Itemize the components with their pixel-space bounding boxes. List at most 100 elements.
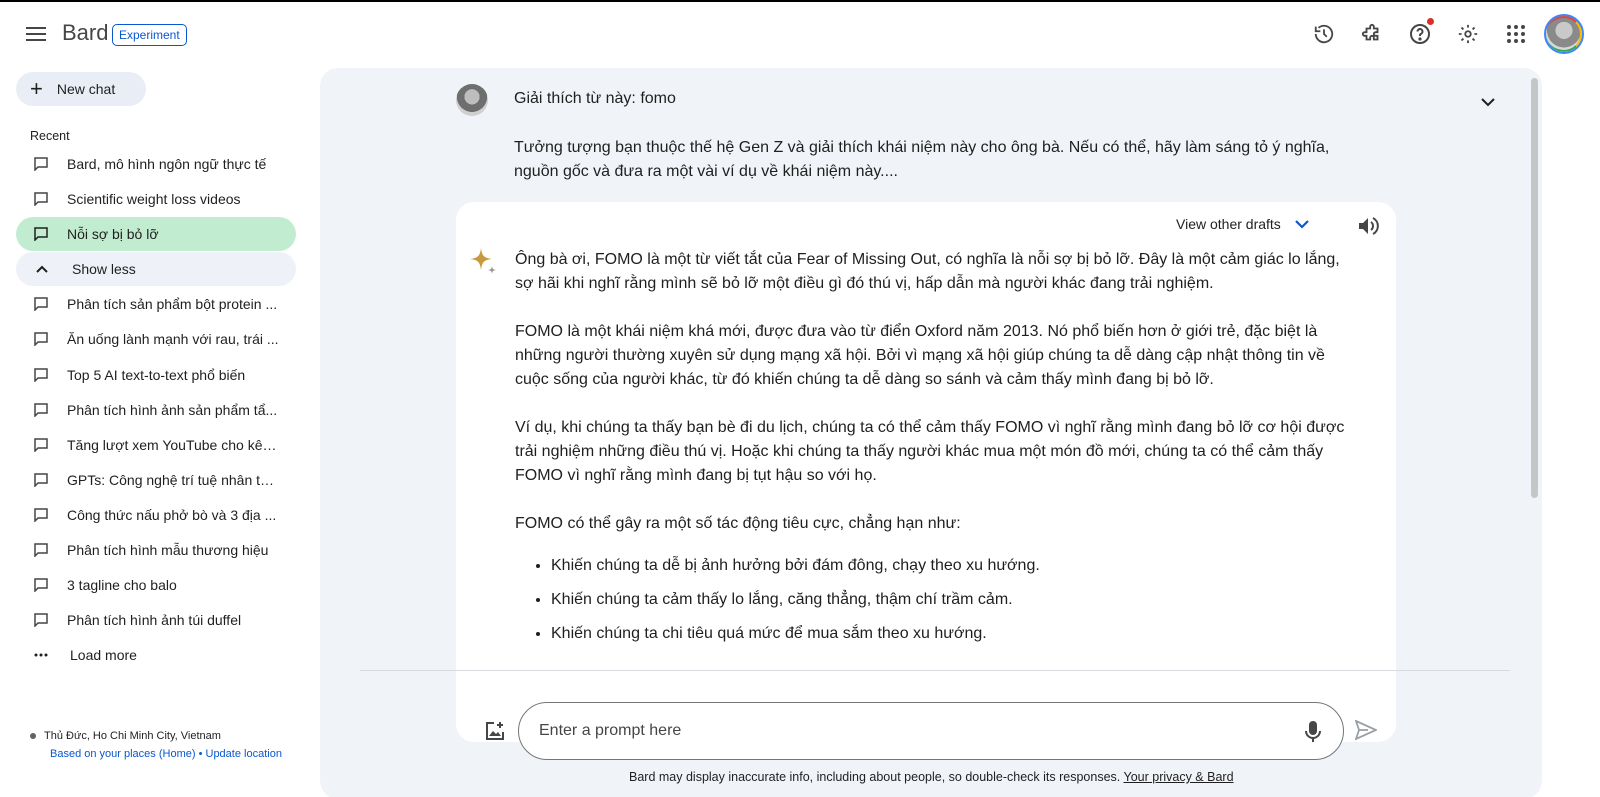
show-less-label: Show less bbox=[72, 261, 136, 278]
sidebar: + New chat Recent Bard, mô hình ngôn ngữ… bbox=[0, 66, 310, 797]
plus-icon: + bbox=[30, 76, 43, 101]
sidebar-item-label: Top 5 AI text-to-text phổ biến bbox=[67, 366, 246, 383]
location-separator: • bbox=[198, 747, 203, 760]
settings-icon bbox=[1458, 24, 1478, 44]
help-icon bbox=[1410, 24, 1430, 44]
history-icon bbox=[1314, 24, 1334, 44]
chat-bubble-icon bbox=[34, 578, 50, 593]
sidebar-item-label: Phân tích sản phẩm bột protein ... bbox=[67, 296, 278, 313]
recent-chat-list: Bard, mô hình ngôn ngữ thực tế Scientifi… bbox=[16, 147, 296, 673]
settings-button[interactable] bbox=[1450, 16, 1486, 52]
divider bbox=[360, 670, 1510, 671]
sidebar-item-label: 3 tagline cho balo bbox=[67, 577, 177, 594]
extensions-button[interactable] bbox=[1354, 16, 1390, 52]
sidebar-item-chat[interactable]: Phân tích hình ảnh túi duffel bbox=[16, 603, 296, 637]
sidebar-item-chat[interactable]: Phân tích hình ảnh sản phẩm tẩ... bbox=[16, 393, 296, 427]
send-icon bbox=[1355, 720, 1377, 740]
voice-input-button[interactable] bbox=[1299, 718, 1327, 746]
response-text: Ông bà ơi, FOMO là một từ viết tắt của F… bbox=[515, 248, 1355, 656]
chat-bubble-icon bbox=[34, 613, 50, 628]
list-item: Khiến chúng ta dễ bị ảnh hưởng bởi đám đ… bbox=[551, 554, 1355, 578]
notification-dot bbox=[1427, 18, 1434, 25]
microphone-icon bbox=[1305, 721, 1321, 742]
sidebar-item-chat[interactable]: Scientific weight loss videos bbox=[16, 182, 296, 216]
new-chat-label: New chat bbox=[56, 81, 116, 97]
privacy-link[interactable]: Your privacy & Bard bbox=[1124, 770, 1234, 784]
prompt-input-container bbox=[518, 702, 1344, 760]
conversation-panel: Giải thích từ này: fomo Tưởng tượng bạn … bbox=[320, 68, 1542, 797]
chevron-down-icon bbox=[1295, 219, 1309, 229]
sidebar-item-label: Phân tích hình mẫu thương hiệu bbox=[67, 542, 269, 559]
recent-heading: Recent bbox=[30, 129, 70, 143]
location-dot-icon bbox=[30, 733, 36, 740]
help-button[interactable] bbox=[1402, 16, 1438, 52]
chat-bubble-icon bbox=[34, 543, 50, 558]
disclaimer-text: Bard may display inaccurate info, includ… bbox=[629, 770, 1121, 784]
sidebar-item-chat[interactable]: GPTs: Công nghệ trí tuệ nhân tạ... bbox=[16, 463, 296, 497]
response-card: View other drafts Ông bà ơi, FOMO là một… bbox=[456, 202, 1396, 742]
sidebar-item-chat[interactable]: Bard, mô hình ngôn ngữ thực tế bbox=[16, 147, 296, 181]
location-source-link[interactable]: Based on your places (Home) bbox=[50, 748, 196, 760]
list-item: Khiến chúng ta cảm thấy lo lắng, căng th… bbox=[551, 588, 1355, 612]
response-paragraph: FOMO là một khái niệm khá mới, được đưa … bbox=[515, 323, 1325, 388]
sidebar-item-label: Công thức nấu phở bò và 3 địa ... bbox=[67, 506, 277, 523]
top-bar: Bard Experiment bbox=[0, 2, 1600, 66]
chat-bubble-icon bbox=[34, 367, 50, 382]
response-paragraph: Ông bà ơi, FOMO là một từ viết tắt của F… bbox=[515, 251, 1340, 292]
send-button[interactable] bbox=[1352, 716, 1380, 744]
update-location-link[interactable]: Update location bbox=[206, 748, 282, 760]
prompt-input[interactable] bbox=[539, 717, 1259, 745]
sidebar-item-chat[interactable]: Tăng lượt xem YouTube cho kên... bbox=[16, 428, 296, 462]
sidebar-item-label: Scientific weight loss videos bbox=[67, 191, 241, 208]
view-other-drafts-button[interactable]: View other drafts bbox=[1176, 216, 1309, 232]
experiment-badge: Experiment bbox=[112, 24, 187, 46]
sidebar-item-chat[interactable]: Phân tích sản phẩm bột protein ... bbox=[16, 287, 296, 321]
sidebar-item-label: Nỗi sợ bị bỏ lỡ bbox=[67, 226, 159, 243]
activity-history-button[interactable] bbox=[1306, 16, 1342, 52]
add-image-icon bbox=[486, 722, 504, 740]
sidebar-item-chat[interactable]: Phân tích hình mẫu thương hiệu bbox=[16, 533, 296, 567]
sidebar-item-label: GPTs: Công nghệ trí tuệ nhân tạ... bbox=[67, 471, 279, 488]
chat-bubble-icon bbox=[34, 438, 50, 452]
sidebar-item-chat[interactable]: Ăn uống lành mạnh với rau, trái ... bbox=[16, 322, 296, 356]
sidebar-item-label: Tăng lượt xem YouTube cho kên... bbox=[67, 436, 279, 453]
response-paragraph: FOMO có thể gây ra một số tác động tiêu … bbox=[515, 515, 961, 532]
show-less-button[interactable]: Show less bbox=[16, 252, 296, 287]
main-menu-button[interactable] bbox=[18, 16, 54, 52]
view-drafts-label: View other drafts bbox=[1176, 216, 1281, 232]
location-city: Thủ Đức, Ho Chi Minh City, Vietnam bbox=[44, 730, 221, 742]
chat-bubble-icon bbox=[34, 297, 50, 312]
more-horiz-icon bbox=[34, 648, 50, 662]
chat-bubble-icon bbox=[34, 473, 50, 487]
sidebar-item-chat-active[interactable]: Nỗi sợ bị bỏ lỡ bbox=[16, 217, 296, 252]
upload-image-button[interactable] bbox=[482, 718, 508, 744]
new-chat-button[interactable]: + New chat bbox=[16, 72, 146, 106]
disclaimer: Bard may display inaccurate info, includ… bbox=[629, 770, 1234, 784]
load-more-button[interactable]: Load more bbox=[16, 638, 296, 672]
google-apps-button[interactable] bbox=[1498, 16, 1534, 52]
speaker-icon bbox=[1359, 217, 1379, 235]
conversation-scrollbar[interactable] bbox=[1531, 78, 1538, 498]
chat-bubble-icon bbox=[34, 227, 50, 242]
chat-bubble-icon bbox=[34, 508, 50, 522]
extensions-icon bbox=[1361, 23, 1379, 41]
sidebar-item-label: Bard, mô hình ngôn ngữ thực tế bbox=[67, 156, 267, 172]
sidebar-item-label: Ăn uống lành mạnh với rau, trái ... bbox=[67, 331, 279, 348]
hamburger-menu-icon bbox=[26, 27, 46, 41]
listen-button[interactable] bbox=[1356, 212, 1384, 240]
response-paragraph: Ví dụ, khi chúng ta thấy bạn bè đi du lị… bbox=[515, 419, 1345, 484]
expand-prompt-button[interactable] bbox=[1476, 90, 1500, 114]
prompt-body: Tưởng tượng bạn thuộc thế hệ Gen Z và gi… bbox=[514, 139, 1330, 180]
location-info: Thủ Đức, Ho Chi Minh City, Vietnam Based… bbox=[30, 728, 300, 763]
chat-bubble-icon bbox=[34, 157, 50, 171]
load-more-label: Load more bbox=[70, 647, 137, 664]
account-avatar[interactable] bbox=[1544, 14, 1584, 54]
sidebar-item-chat[interactable]: 3 tagline cho balo bbox=[16, 568, 296, 602]
app-title[interactable]: Bard bbox=[62, 20, 108, 46]
sidebar-item-label: Phân tích hình ảnh sản phẩm tẩ... bbox=[67, 401, 278, 418]
user-avatar bbox=[456, 84, 488, 116]
sidebar-item-chat[interactable]: Công thức nấu phở bò và 3 địa ... bbox=[16, 498, 296, 532]
sidebar-item-chat[interactable]: Top 5 AI text-to-text phổ biến bbox=[16, 358, 296, 392]
bard-sparkle-icon bbox=[470, 248, 496, 274]
sidebar-item-label: Phân tích hình ảnh túi duffel bbox=[67, 612, 242, 629]
